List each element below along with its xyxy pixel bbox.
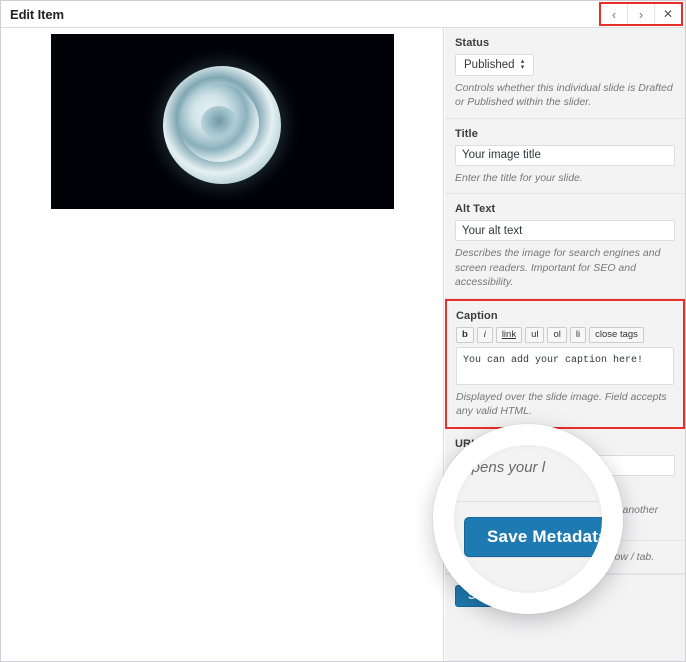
magnifier-lens: Opens your l Save Metadata [433, 424, 623, 614]
status-selected-value: Published [464, 59, 515, 71]
quicktag-li-button[interactable]: li [569, 326, 587, 343]
close-icon[interactable]: ✕ [655, 4, 681, 24]
title-label: Title [455, 127, 478, 140]
caption-field: Caption b i link ul ol li close tags You… [445, 298, 685, 429]
caption-help-text: Displayed over the slide image. Field ac… [456, 390, 667, 418]
caption-textarea[interactable]: You can add your caption here! [456, 346, 674, 385]
alt-text-label: Alt Text [455, 203, 496, 216]
stepper-down-icon: ▾ [520, 64, 525, 71]
stepper-arrows-icon: ▴ ▾ [519, 57, 527, 73]
quicktag-b-button[interactable]: b [456, 326, 474, 343]
caption-quicktags-toolbar: b i link ul ol li close tags [456, 326, 674, 343]
status-help-text: Controls whether this individual slide i… [455, 82, 673, 109]
quicktag-i-button[interactable]: i [476, 326, 493, 343]
quicktag-link-button[interactable]: link [495, 326, 523, 343]
magnified-target-help-text: Opens your l [460, 459, 546, 476]
attachment-preview-pane [1, 28, 444, 661]
page-title: Edit Item [10, 7, 64, 22]
edit-item-modal: Edit Item ‹ › ✕ Status Published ▴ ▾ Con… [0, 0, 686, 662]
quicktag-close-tags-button[interactable]: close tags [589, 326, 644, 343]
magnified-save-metadata-button[interactable]: Save Metadata [464, 517, 602, 557]
title-field: Title Enter the title for your slide. [445, 119, 685, 195]
status-label: Status [455, 37, 490, 49]
modal-nav-group: ‹ › ✕ [599, 2, 683, 26]
attachment-image [51, 34, 394, 209]
title-input[interactable] [455, 144, 675, 166]
modal-header: Edit Item ‹ › ✕ [1, 1, 685, 28]
alt-text-help-text: Describes the image for search engines a… [455, 247, 661, 289]
title-help-text: Enter the title for your slide. [455, 171, 583, 184]
quicktag-ol-button[interactable]: ol [547, 326, 567, 343]
status-field: Status Published ▴ ▾ Controls whether th… [445, 28, 685, 119]
status-select[interactable]: Published ▴ ▾ [455, 54, 534, 76]
rose-flower-graphic [162, 65, 281, 184]
magnifier-lens-viewport: Opens your l Save Metadata [454, 445, 602, 593]
caption-label: Caption [456, 309, 498, 322]
chevron-left-icon[interactable]: ‹ [601, 4, 628, 24]
quicktag-ul-button[interactable]: ul [525, 326, 545, 343]
chevron-right-icon[interactable]: › [628, 4, 655, 24]
magnified-divider [454, 501, 598, 502]
alt-text-input[interactable] [455, 220, 675, 242]
alt-text-field: Alt Text Describes the image for search … [445, 194, 685, 299]
